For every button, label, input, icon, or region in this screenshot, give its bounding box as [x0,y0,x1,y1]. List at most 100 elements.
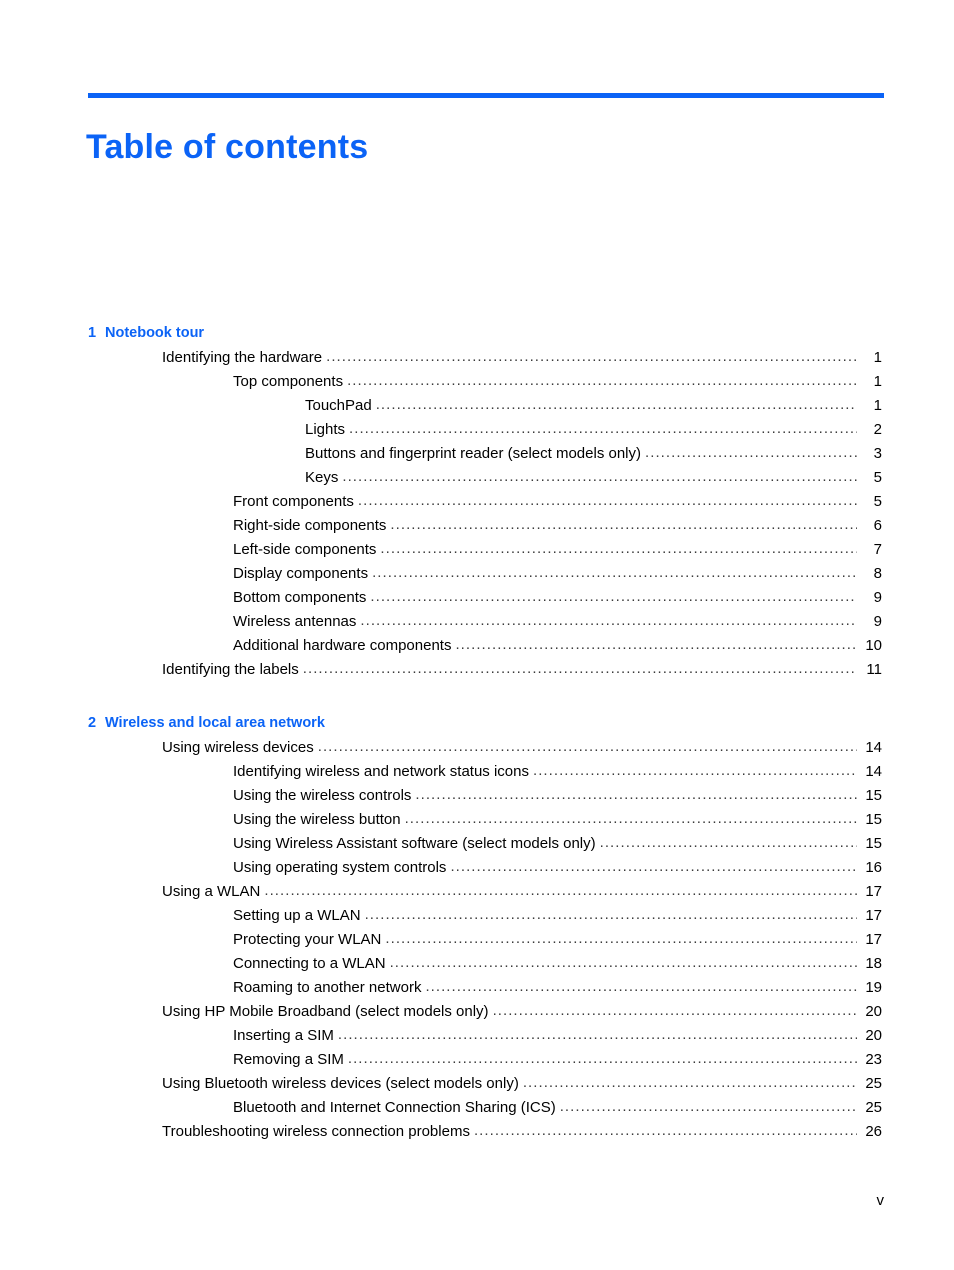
toc-entry[interactable]: Setting up a WLAN.......................… [0,904,954,928]
toc-entry-label: Display components [233,565,369,582]
dot-leader: ........................................… [645,444,857,461]
toc-entry[interactable]: Keys....................................… [0,466,954,490]
toc-entry[interactable]: Top components..........................… [0,370,954,394]
chapter-heading[interactable]: 1 Notebook tour [88,322,954,344]
toc-entry-label: Connecting to a WLAN [233,955,386,972]
toc-entry-label: Using the wireless button [233,811,401,828]
toc-entry[interactable]: Left-side components....................… [0,538,954,562]
dot-leader: ........................................… [326,348,857,365]
toc-entry[interactable]: Using the wireless button...............… [0,808,954,832]
toc-entry[interactable]: Front components........................… [0,490,954,514]
dot-leader: ........................................… [455,636,857,653]
toc-entry-label: TouchPad [305,397,372,414]
toc-entry[interactable]: Identifying wireless and network status … [0,760,954,784]
toc-entry-label: Top components [233,373,344,390]
toc-entry[interactable]: Buttons and fingerprint reader (select m… [0,442,954,466]
toc-entry-label: Using Wireless Assistant software (selec… [233,835,596,852]
toc-entry[interactable]: Bottom components.......................… [0,586,954,610]
toc-entry-label: Setting up a WLAN [233,907,361,924]
toc-entry-label: Inserting a SIM [233,1027,334,1044]
toc-entry[interactable]: Using HP Mobile Broadband (select models… [0,1000,954,1024]
dot-leader: ........................................… [559,1098,857,1115]
toc-entry-page-number: 1 [873,349,882,366]
toc-entry-page-number: 16 [865,859,882,876]
chapter-number: 2 [88,715,97,731]
toc-entry-page-number: 15 [865,811,882,828]
toc-entry[interactable]: Roaming to another network..............… [0,976,954,1000]
dot-leader: ........................................… [364,906,857,923]
toc-entry-page-number: 14 [865,763,882,780]
toc-entry-label: Using the wireless controls [233,787,412,804]
toc-entry-page-number: 5 [873,493,882,510]
toc-entry[interactable]: Troubleshooting wireless connection prob… [0,1120,954,1144]
toc-entry[interactable]: Using operating system controls.........… [0,856,954,880]
toc-entry[interactable]: Lights..................................… [0,418,954,442]
toc-entry-page-number: 15 [865,835,882,852]
toc-entry[interactable]: Display components......................… [0,562,954,586]
dot-leader: ........................................… [302,660,857,677]
dot-leader: ........................................… [380,540,857,557]
toc-entry-label: Using HP Mobile Broadband (select models… [162,1003,489,1020]
toc-entry-page-number: 17 [865,883,882,900]
dot-leader: ........................................… [385,930,857,947]
toc-entry-label: Using Bluetooth wireless devices (select… [162,1075,519,1092]
toc-entry[interactable]: Right-side components...................… [0,514,954,538]
toc-entry-page-number: 1 [873,397,882,414]
toc-entry[interactable]: Using wireless devices..................… [0,736,954,760]
toc-entry[interactable]: Removing a SIM..........................… [0,1048,954,1072]
chapter-title: Wireless and local area network [105,715,325,731]
toc-entry-page-number: 18 [865,955,882,972]
toc-entry[interactable]: Using a WLAN............................… [0,880,954,904]
toc-entry-page-number: 20 [865,1027,882,1044]
toc-entry-page-number: 6 [873,517,882,534]
dot-leader: ........................................… [347,372,857,389]
toc-entry[interactable]: Additional hardware components..........… [0,634,954,658]
dot-leader: ........................................… [390,516,857,533]
page-title: Table of contents [86,127,369,166]
toc-page: Table of contents 1 Notebook tour Identify… [0,0,954,1270]
toc-entry[interactable]: Identifying the labels..................… [0,658,954,682]
toc-entry-label: Removing a SIM [233,1051,344,1068]
toc-entry[interactable]: Bluetooth and Internet Connection Sharin… [0,1096,954,1120]
dot-leader: ........................................… [317,738,857,755]
chapter-heading[interactable]: 2 Wireless and local area network [88,712,954,734]
toc-entry-page-number: 5 [873,469,882,486]
toc-entry-label: Left-side components [233,541,377,558]
toc-entry-page-number: 3 [873,445,882,462]
toc-entry-label: Using a WLAN [162,883,261,900]
toc-entry-label: Right-side components [233,517,387,534]
toc-entry-page-number: 11 [866,661,882,678]
dot-leader: ........................................… [599,834,857,851]
toc-entry[interactable]: Inserting a SIM.........................… [0,1024,954,1048]
chapter-number: 1 [88,325,97,341]
toc-entry-label: Additional hardware components [233,637,452,654]
dot-leader: ........................................… [264,882,857,899]
toc-entry-page-number: 9 [873,613,882,630]
toc-entry-label: Roaming to another network [233,979,422,996]
toc-entry-page-number: 10 [865,637,882,654]
toc-entry[interactable]: Using Bluetooth wireless devices (select… [0,1072,954,1096]
dot-leader: ........................................… [360,612,857,629]
toc-entry[interactable]: Connecting to a WLAN....................… [0,952,954,976]
toc-entry-list: Using wireless devices..................… [0,736,954,1144]
page-number-folio: v [876,1192,885,1209]
toc-entry[interactable]: Identifying the hardware................… [0,346,954,370]
toc-entry[interactable]: Using Wireless Assistant software (selec… [0,832,954,856]
toc-entry-label: Keys [305,469,339,486]
dot-leader: ........................................… [450,858,857,875]
toc-entry[interactable]: Wireless antennas.......................… [0,610,954,634]
toc-entry[interactable]: Using the wireless controls.............… [0,784,954,808]
toc-entry-label: Wireless antennas [233,613,357,630]
toc-entry-page-number: 2 [873,421,882,438]
dot-leader: ........................................… [389,954,857,971]
toc-entry-page-number: 15 [865,787,882,804]
toc-entry-label: Buttons and fingerprint reader (select m… [305,445,642,462]
toc-entry-label: Front components [233,493,354,510]
toc-entry-page-number: 25 [865,1099,882,1116]
toc-entry-page-number: 25 [865,1075,882,1092]
toc-entry-label: Bluetooth and Internet Connection Sharin… [233,1099,556,1116]
toc-entry[interactable]: Protecting your WLAN....................… [0,928,954,952]
dot-leader: ........................................… [492,1002,857,1019]
toc-entry[interactable]: TouchPad................................… [0,394,954,418]
table-of-contents: 1 Notebook tour Identifying the hardware..… [0,322,954,1144]
